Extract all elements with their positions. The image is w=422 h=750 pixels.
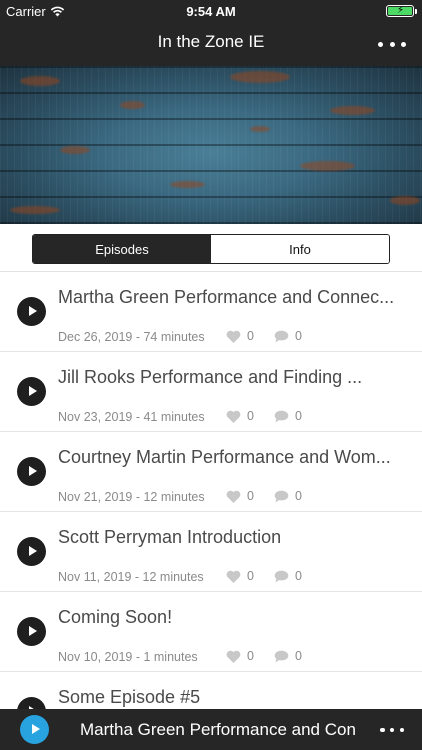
like-button[interactable]: 0 [226,649,254,663]
podcast-banner-image [0,66,422,224]
mini-player: Martha Green Performance and Con [0,709,422,750]
comment-icon [274,330,289,342]
like-button[interactable]: 0 [226,569,254,583]
top-bar: Carrier 9:54 AM ⚡ In the Zone IE [0,0,422,66]
tab-info[interactable]: Info [211,235,389,263]
episode-meta: Dec 26, 2019 - 74 minutes [58,330,205,344]
episode-row[interactable]: Scott Perryman Introduction Nov 11, 2019… [0,512,422,592]
comment-icon [274,490,289,502]
comment-icon [274,570,289,582]
episode-meta: Nov 10, 2019 - 1 minutes [58,650,198,664]
comment-count: 0 [295,649,302,663]
heart-icon [226,650,241,663]
episode-title: Coming Soon! [58,607,173,627]
episode-row[interactable]: Jill Rooks Performance and Finding ... N… [0,352,422,432]
heart-icon [226,490,241,503]
like-count: 0 [247,569,254,583]
heart-icon [226,330,241,343]
episode-list: Martha Green Performance and Connec... D… [0,272,422,750]
comment-count: 0 [295,409,302,423]
comment-button[interactable]: 0 [274,409,302,423]
episode-meta: Nov 11, 2019 - 12 minutes [58,570,204,584]
tab-episodes[interactable]: Episodes [33,235,211,263]
comment-button[interactable]: 0 [274,489,302,503]
comment-icon [274,650,289,662]
navigation-bar: In the Zone IE [0,22,422,66]
episode-title: Scott Perryman Introduction [58,527,282,547]
episode-row[interactable]: Martha Green Performance and Connec... D… [0,272,422,352]
player-play-button[interactable] [20,715,49,744]
play-button[interactable] [17,617,46,646]
player-more-button[interactable] [380,720,404,740]
episode-meta: Nov 23, 2019 - 41 minutes [58,410,205,424]
comment-button[interactable]: 0 [274,649,302,663]
like-count: 0 [247,489,254,503]
episode-title: Jill Rooks Performance and Finding ... [58,367,363,387]
like-count: 0 [247,649,254,663]
comment-button[interactable]: 0 [274,569,302,583]
like-count: 0 [247,409,254,423]
like-button[interactable]: 0 [226,489,254,503]
more-options-button[interactable] [378,34,406,54]
episode-title: Courtney Martin Performance and Wom... [58,447,391,467]
comment-count: 0 [295,489,302,503]
heart-icon [226,570,241,583]
heart-icon [226,410,241,423]
more-horizontal-icon [378,41,383,47]
play-button[interactable] [17,537,46,566]
episode-title: Some Episode #5 [58,687,201,707]
battery-icon: ⚡ [386,5,417,17]
now-playing-title: Martha Green Performance and Con [80,720,356,739]
status-bar: Carrier 9:54 AM ⚡ [0,0,422,22]
segmented-control: Episodes Info [32,234,390,264]
episode-row[interactable]: Courtney Martin Performance and Wom... N… [0,432,422,512]
like-button[interactable]: 0 [226,409,254,423]
page-title: In the Zone IE [157,32,265,51]
like-button[interactable]: 0 [226,329,254,343]
comment-count: 0 [295,329,302,343]
episode-meta: Nov 21, 2019 - 12 minutes [58,490,205,504]
play-button[interactable] [17,457,46,486]
comment-button[interactable]: 0 [274,329,302,343]
episode-title: Martha Green Performance and Connec... [58,287,395,307]
status-time: 9:54 AM [186,4,236,19]
play-button[interactable] [17,297,46,326]
comment-count: 0 [295,569,302,583]
like-count: 0 [247,329,254,343]
play-button[interactable] [17,377,46,406]
more-horizontal-icon [380,727,385,733]
episode-row[interactable]: Coming Soon! Nov 10, 2019 - 1 minutes 0 … [0,592,422,672]
comment-icon [274,410,289,422]
